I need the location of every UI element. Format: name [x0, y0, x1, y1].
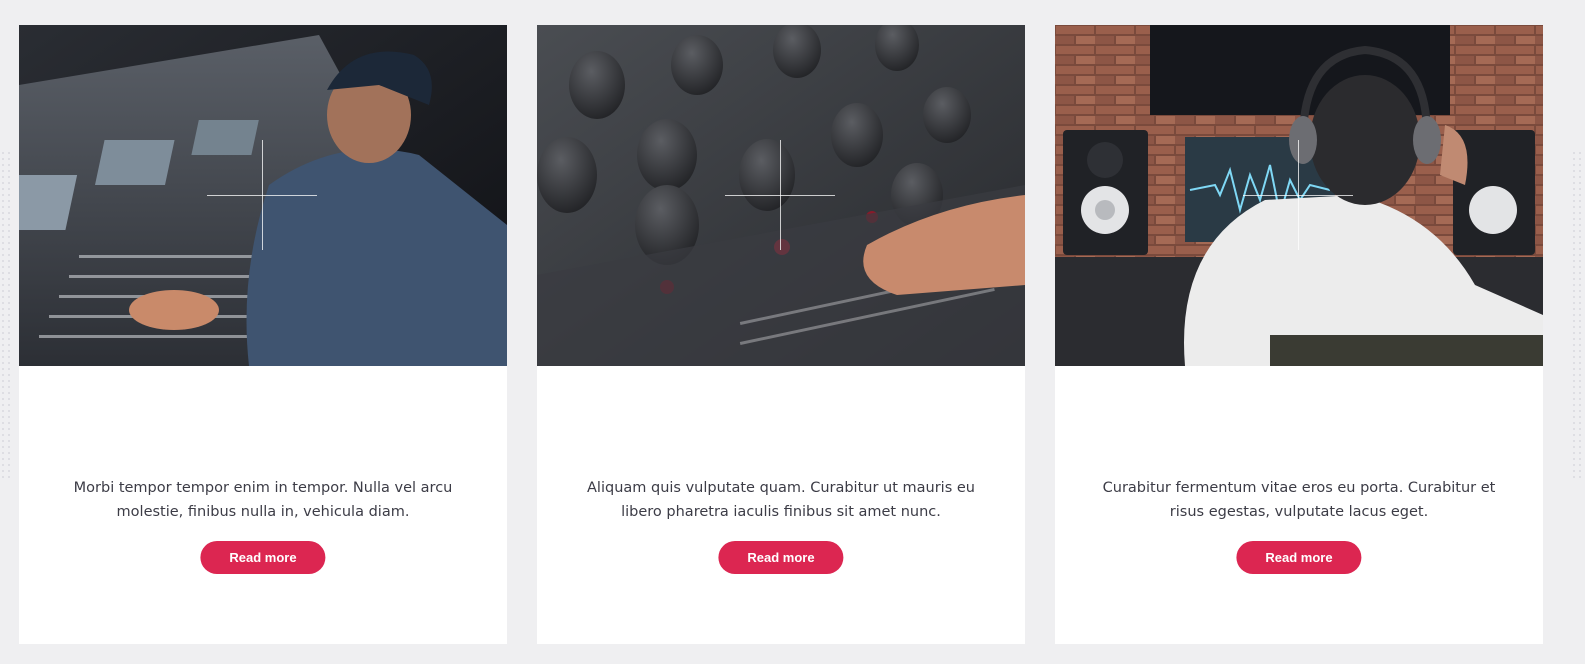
crosshair-icon	[725, 195, 835, 196]
card-image[interactable]	[1055, 25, 1543, 366]
decorative-dots-right	[1571, 150, 1585, 480]
service-card: Morbi tempor tempor enim in tempor. Null…	[19, 25, 507, 644]
decorative-dots-left	[0, 150, 14, 480]
card-description: Aliquam quis vulputate quam. Curabitur u…	[587, 479, 975, 520]
card-description: Morbi tempor tempor enim in tempor. Null…	[73, 479, 453, 520]
card-description: Curabitur fermentum vitae eros eu porta.…	[1102, 479, 1496, 520]
card-row: Morbi tempor tempor enim in tempor. Null…	[19, 25, 1543, 644]
read-more-button[interactable]: Read more	[1236, 541, 1362, 574]
service-card: Aliquam quis vulputate quam. Curabitur u…	[537, 25, 1025, 644]
read-more-button[interactable]: Read more	[718, 541, 844, 574]
card-image[interactable]	[19, 25, 507, 366]
card-image[interactable]	[537, 25, 1025, 366]
service-card: Curabitur fermentum vitae eros eu porta.…	[1055, 25, 1543, 644]
crosshair-icon	[1243, 195, 1353, 196]
crosshair-icon	[207, 195, 317, 196]
read-more-button[interactable]: Read more	[200, 541, 326, 574]
services-section: Morbi tempor tempor enim in tempor. Null…	[0, 0, 1585, 664]
